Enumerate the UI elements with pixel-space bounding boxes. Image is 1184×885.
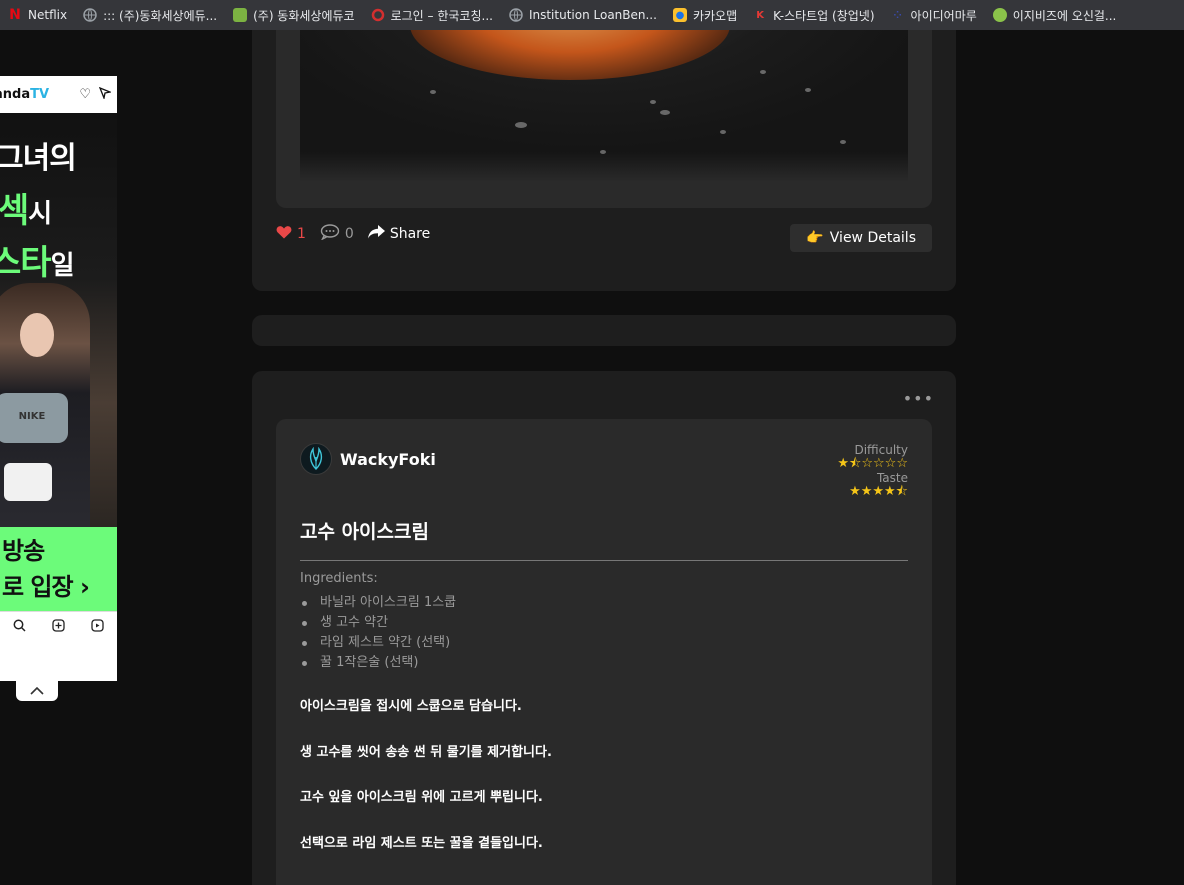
ad-headline-2: 섹시 xyxy=(0,191,52,231)
bookmark-easybiz[interactable]: 이지비즈에 오신걸... xyxy=(985,0,1125,30)
ring-icon xyxy=(371,8,385,22)
bookmark-coaching-login[interactable]: 로그인 – 한국코칭... xyxy=(363,0,501,30)
kakaomap-icon: ● xyxy=(672,8,687,22)
heart-icon xyxy=(276,225,292,243)
share-label: Share xyxy=(389,226,431,242)
add-box-icon[interactable] xyxy=(52,619,65,636)
pointing-hand-icon: 👉 xyxy=(806,230,824,246)
ad-cta[interactable]: 방송 로 입장 › xyxy=(0,527,117,611)
ingredients-label: Ingredients: xyxy=(300,571,378,586)
taste-stars: ★★★★⯪ xyxy=(849,484,908,499)
idea-icon: ⁘ xyxy=(893,9,902,21)
share-button[interactable]: Share xyxy=(367,225,431,243)
bookmark-label: Netflix xyxy=(28,8,68,22)
heart-outline-icon[interactable]: ♡ xyxy=(79,87,91,103)
view-details-button[interactable]: 👉 View Details xyxy=(790,224,932,252)
recipe-steps: 아이스크림을 접시에 스쿱으로 담습니다. 생 고수를 씻어 송송 썬 뒤 물기… xyxy=(300,697,552,879)
bookmark-label: (주) 동화세상에듀코 xyxy=(253,8,355,23)
post-card: 1 0 Share 👉 View Details xyxy=(252,30,956,291)
bookmark-ideamaru[interactable]: ⁘ 아이디어마루 xyxy=(883,0,985,30)
ad-headline-3: 스타일 xyxy=(0,243,74,283)
ad-image[interactable]: 그녀의 섹시 스타일 NIKE xyxy=(0,113,117,527)
ad-headline-1: 그녀의 xyxy=(0,141,77,176)
bookmark-institution-loan[interactable]: Institution LoanBen... xyxy=(501,0,665,30)
send-icon[interactable] xyxy=(98,86,113,103)
list-item: 라임 제스트 약간 (선택) xyxy=(300,633,456,653)
list-item: 꿀 1작은술 (선택) xyxy=(300,653,456,673)
recipe-ratings: Difficulty ★⯪☆☆☆☆ Taste ★★★★⯪ xyxy=(837,443,908,499)
difficulty-stars: ★⯪☆☆☆☆ xyxy=(837,456,908,471)
ad-cta-line1: 방송 xyxy=(2,537,45,565)
recipe-title: 고수 아이스크림 xyxy=(300,521,429,543)
globe-icon xyxy=(83,8,97,22)
comment-button[interactable]: 0 xyxy=(320,224,354,244)
bookmark-netflix[interactable]: N Netflix xyxy=(0,0,75,30)
ad-brand: andaTV xyxy=(0,87,50,102)
ad-shirt-logo: NIKE xyxy=(18,411,46,422)
ingredients-list: 바닐라 아이스크림 1스쿱 생 고수 약간 라임 제스트 약간 (선택) 꿀 1… xyxy=(300,593,456,673)
kstartup-icon: K xyxy=(756,9,764,21)
post-photo[interactable] xyxy=(300,30,908,182)
share-icon xyxy=(367,225,385,243)
author-name[interactable]: WackyFoki xyxy=(340,450,436,469)
difficulty-label: Difficulty xyxy=(854,443,908,457)
bookmark-kstartup[interactable]: K K-스타트업 (창업넷) xyxy=(745,0,882,30)
divider xyxy=(300,560,908,561)
bookmark-donghwa-edu[interactable]: ::: (주)동화세상에듀... xyxy=(75,0,225,30)
empty-card xyxy=(252,315,956,346)
ad-toolbar xyxy=(0,611,117,643)
netflix-icon: N xyxy=(9,7,21,23)
post-actions: 1 0 Share xyxy=(276,224,430,244)
recipe-step: 아이스크림을 접시에 스쿱으로 담습니다. xyxy=(300,699,522,714)
avatar[interactable] xyxy=(300,443,332,475)
view-details-label: View Details xyxy=(829,230,916,246)
bookmark-label: 아이디어마루 xyxy=(910,8,977,23)
list-item: 생 고수 약간 xyxy=(300,613,456,633)
reels-icon[interactable] xyxy=(91,619,104,636)
ad-cta-line2: 로 입장 › xyxy=(2,573,90,601)
like-button[interactable]: 1 xyxy=(276,225,306,243)
ad-collapse-button[interactable] xyxy=(16,681,58,701)
globe-icon xyxy=(509,8,523,22)
search-icon[interactable] xyxy=(13,619,26,636)
bookmark-kakaomap[interactable]: ● 카카오맵 xyxy=(665,0,745,30)
comment-count: 0 xyxy=(344,226,354,242)
bookmark-label: 로그인 – 한국코칭... xyxy=(390,8,493,23)
list-item: 바닐라 아이스크림 1스쿱 xyxy=(300,593,456,613)
author-info[interactable]: WackyFoki xyxy=(300,443,436,475)
bookmark-label: K-스타트업 (창업넷) xyxy=(773,8,875,23)
recipe-step: 생 고수를 씻어 송송 썬 뒤 물기를 제거합니다. xyxy=(300,744,552,760)
easybiz-icon xyxy=(992,8,1007,22)
site-icon xyxy=(233,8,248,22)
ad-header: andaTV ♡ xyxy=(0,76,117,113)
bookmark-label: ::: (주)동화세상에듀... xyxy=(103,8,218,23)
recipe-content: WackyFoki Difficulty ★⯪☆☆☆☆ Taste ★★★★⯪ … xyxy=(276,419,932,885)
bookmark-label: 카카오맵 xyxy=(692,8,738,23)
recipe-step: 선택으로 라임 제스트 또는 꿀을 곁들입니다. xyxy=(300,835,543,851)
recipe-step: 고수 잎을 아이스크림 위에 고르게 뿌립니다. xyxy=(300,790,543,805)
ad-model-photo: NIKE xyxy=(0,283,90,527)
recipe-post-card: ••• WackyFoki Difficulty ★⯪☆☆☆☆ Taste ★★… xyxy=(252,371,956,885)
taste-label: Taste xyxy=(876,471,908,485)
like-count: 1 xyxy=(297,226,306,242)
bookmark-donghwa-educo[interactable]: (주) 동화세상에듀코 xyxy=(225,0,363,30)
bookmarks-bar: N Netflix ::: (주)동화세상에듀... (주) 동화세상에듀코 로… xyxy=(0,0,1184,30)
post-photo-frame xyxy=(276,30,932,208)
chevron-up-icon xyxy=(30,683,44,699)
side-advertisement[interactable]: andaTV ♡ 그녀의 섹시 스타일 NIKE 방송 로 입장 › xyxy=(0,76,117,681)
bookmark-label: 이지비즈에 오신걸... xyxy=(1012,8,1117,23)
more-options-icon[interactable]: ••• xyxy=(903,389,934,408)
bookmark-label: Institution LoanBen... xyxy=(528,8,657,22)
comment-icon xyxy=(320,224,340,244)
